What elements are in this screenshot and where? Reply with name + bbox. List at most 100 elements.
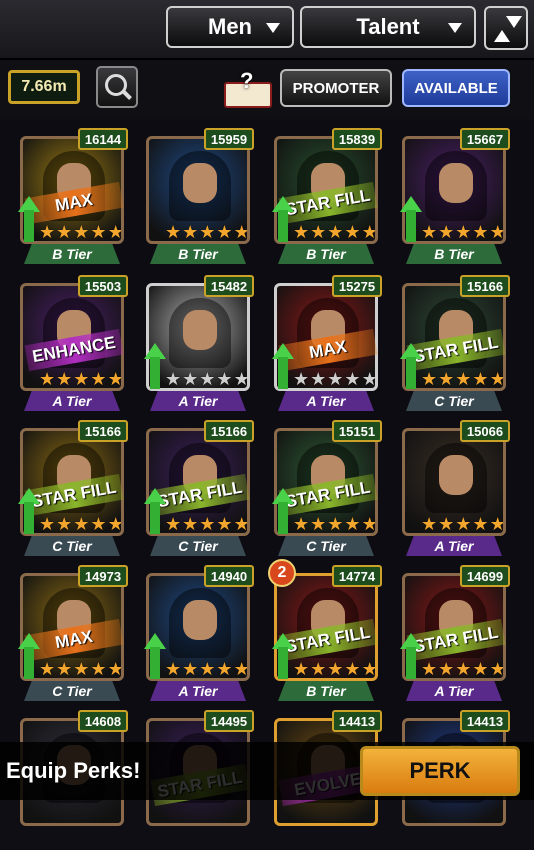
star-rating: ★ ★ ★ ★ ★	[39, 514, 124, 534]
upgrade-arrow-icon	[272, 196, 294, 242]
upgrade-arrow-icon	[400, 633, 422, 679]
star-rating: ★ ★ ★ ★ ★	[165, 222, 250, 242]
star-icon: ★	[73, 369, 90, 389]
power-rating-badge: 15839	[332, 128, 382, 150]
upgrade-arrow-icon	[272, 488, 294, 534]
perk-button[interactable]: PERK	[360, 746, 520, 796]
sort-order-button[interactable]	[484, 6, 528, 50]
superstar-card[interactable]: ★ ★ ★ ★ ★ STAR FILL 15166 C Tier	[18, 420, 128, 560]
star-icon: ★	[327, 659, 344, 679]
power-rating-badge: 14495	[204, 710, 254, 732]
tier-label: C Tier	[24, 681, 120, 701]
tier-label: C Tier	[278, 536, 374, 556]
star-icon: ★	[455, 659, 472, 679]
star-rating: ★ ★ ★ ★ ★	[293, 659, 378, 679]
upgrade-arrow-shaft	[278, 210, 288, 242]
star-icon: ★	[182, 369, 199, 389]
star-icon: ★	[165, 369, 182, 389]
upgrade-arrow-shaft	[406, 647, 416, 679]
power-rating-badge: 15667	[460, 128, 510, 150]
star-icon: ★	[489, 514, 506, 534]
upgrade-arrow-icon	[18, 633, 40, 679]
superstar-card[interactable]: ★ ★ ★ ★ ★ ENHANCE 15503 A Tier	[20, 275, 128, 415]
superstar-card[interactable]: ★ ★ ★ ★ ★ 15959 B Tier	[146, 128, 254, 268]
power-rating-badge: 15482	[204, 275, 254, 297]
star-icon: ★	[73, 222, 90, 242]
upgrade-arrow-icon	[144, 633, 166, 679]
star-rating: ★ ★ ★ ★ ★	[165, 369, 247, 389]
superstar-card[interactable]: ★ ★ ★ ★ ★ STAR FILL 15166 C Tier	[144, 420, 254, 560]
star-icon: ★	[438, 659, 455, 679]
upgrade-arrow-shaft	[278, 502, 288, 534]
sort-dropdown[interactable]: Talent	[300, 6, 476, 48]
superstar-card[interactable]: ★ ★ ★ ★ ★ 14940 A Tier	[144, 565, 254, 705]
star-icon: ★	[90, 659, 107, 679]
tier-label: C Tier	[150, 536, 246, 556]
star-icon: ★	[73, 659, 90, 679]
tier-label: B Tier	[406, 244, 502, 264]
help-book-button[interactable]: ?	[222, 68, 272, 108]
gender-dropdown-label: Men	[208, 14, 252, 39]
superstar-card[interactable]: ★ ★ ★ ★ ★ STAR FILL 14699 A Tier	[400, 565, 510, 705]
superstar-card[interactable]: ★ ★ ★ ★ ★ 15066 A Tier	[402, 420, 510, 560]
superstar-card[interactable]: ★ ★ ★ ★ ★ STAR FILL 15166 C Tier	[400, 275, 510, 415]
power-rating-badge: 16144	[78, 128, 128, 150]
upgrade-arrow-icon	[18, 196, 40, 242]
superstar-card[interactable]: ★ ★ ★ ★ ★ MAX 15275 A Tier	[272, 275, 382, 415]
star-rating: ★ ★ ★ ★ ★	[421, 369, 503, 389]
star-icon: ★	[233, 222, 250, 242]
star-rating: ★ ★ ★ ★ ★	[39, 369, 121, 389]
upgrade-arrow-shaft	[24, 647, 34, 679]
superstar-card[interactable]: ★ ★ ★ ★ ★ STAR FILL 14774 B Tier 2	[268, 559, 382, 705]
gender-dropdown[interactable]: Men	[166, 6, 294, 48]
star-icon: ★	[107, 659, 124, 679]
superstar-card[interactable]: ★ ★ ★ ★ ★ 15667 B Tier	[400, 128, 510, 268]
star-rating: ★ ★ ★ ★ ★	[293, 222, 375, 242]
power-rating-badge: 15166	[460, 275, 510, 297]
search-button[interactable]	[96, 66, 138, 108]
upgrade-arrow-icon	[400, 343, 422, 389]
superstar-card[interactable]: ★ ★ ★ ★ ★ STAR FILL 15151 C Tier	[272, 420, 382, 560]
star-icon: ★	[56, 369, 73, 389]
star-rating: ★ ★ ★ ★ ★	[421, 659, 503, 679]
superstar-card[interactable]: ★ ★ ★ ★ ★ MAX 16144 B Tier	[18, 128, 128, 268]
star-rating: ★ ★ ★ ★ ★	[421, 514, 506, 534]
star-icon: ★	[39, 369, 56, 389]
available-tab[interactable]: AVAILABLE	[402, 69, 510, 107]
card-frame: ★ ★ ★ ★ ★	[146, 136, 250, 244]
star-icon: ★	[293, 514, 310, 534]
superstar-face	[183, 310, 217, 350]
sort-dropdown-label: Talent	[356, 14, 420, 39]
star-rating: ★ ★ ★ ★ ★	[39, 659, 124, 679]
star-icon: ★	[344, 222, 361, 242]
star-icon: ★	[56, 222, 73, 242]
superstar-card[interactable]: ★ ★ ★ ★ ★ STAR FILL 15839 B Tier	[272, 128, 382, 268]
tier-label: A Tier	[406, 681, 502, 701]
power-rating-badge: 14774	[332, 565, 382, 587]
superstar-face	[439, 163, 473, 203]
superstar-card[interactable]: ★ ★ ★ ★ ★ MAX 14973 C Tier	[18, 565, 128, 705]
star-icon: ★	[199, 222, 216, 242]
star-icon: ★	[472, 514, 489, 534]
power-rating-badge: 15066	[460, 420, 510, 442]
star-icon: ★	[438, 514, 455, 534]
star-icon: ★	[472, 659, 489, 679]
upgrade-arrow-shaft	[150, 502, 160, 534]
promoter-tab[interactable]: PROMOTER	[280, 69, 392, 107]
star-icon: ★	[199, 514, 216, 534]
star-icon: ★	[182, 659, 199, 679]
star-icon: ★	[165, 222, 182, 242]
upgrade-arrow-shaft	[278, 357, 288, 389]
star-icon: ★	[421, 369, 438, 389]
star-icon: ★	[39, 514, 56, 534]
star-icon: ★	[361, 659, 378, 679]
superstar-card[interactable]: ★ ★ ★ ★ ★ 15482 A Tier	[144, 275, 254, 415]
star-icon: ★	[472, 369, 489, 389]
sort-up-icon	[494, 30, 510, 42]
star-icon: ★	[90, 222, 107, 242]
star-icon: ★	[39, 222, 56, 242]
star-icon: ★	[216, 369, 233, 389]
power-rating-badge: 14940	[204, 565, 254, 587]
star-icon: ★	[107, 514, 124, 534]
star-icon: ★	[327, 514, 344, 534]
